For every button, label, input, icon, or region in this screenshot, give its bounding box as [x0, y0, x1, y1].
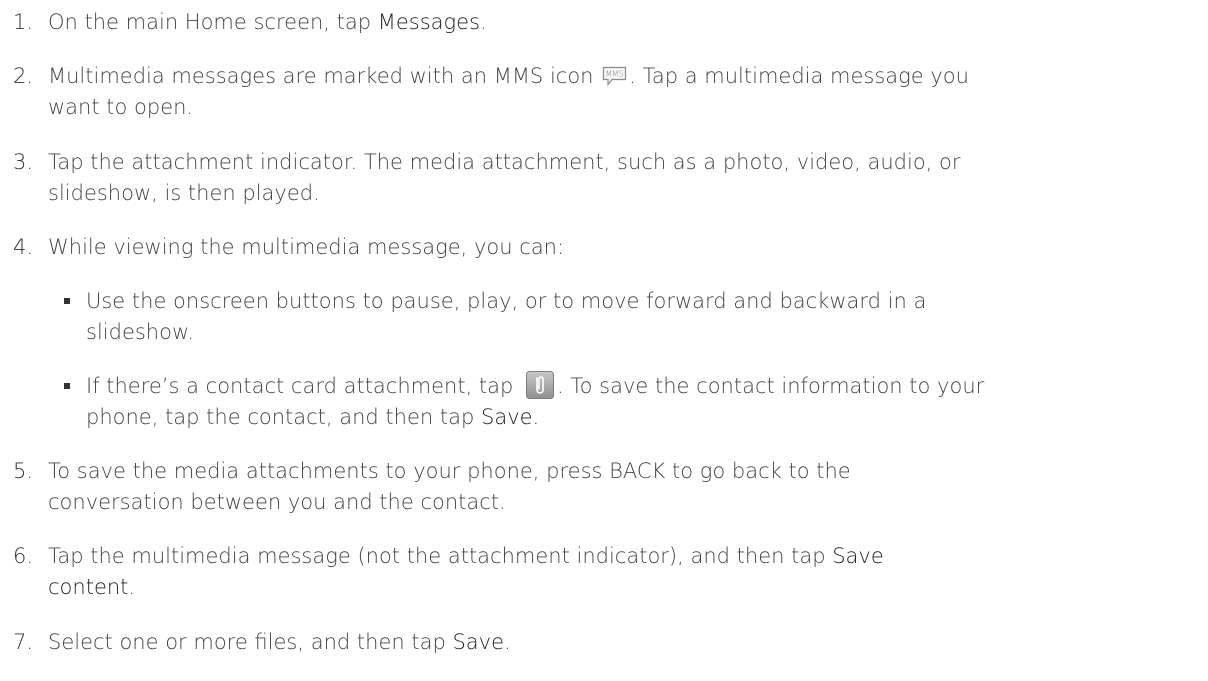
bullet-text: If there’s a contact card attachment, ta… [86, 371, 1196, 433]
step-number: 6. [13, 544, 34, 568]
step-number: 7. [13, 630, 34, 654]
bullet-marker [64, 383, 70, 389]
document-page: 1. On the main Home screen, tap Messages… [0, 0, 1208, 681]
step-number: 5. [13, 459, 34, 483]
step-text: Multimedia messages are marked with an M… [48, 64, 969, 119]
ui-term-content: content [48, 575, 129, 599]
step-text: Select one or more files, and then tap S… [48, 630, 511, 654]
step-number: 1. [13, 10, 34, 34]
step-text: Tap the multimedia message (not the atta… [48, 544, 884, 599]
ui-term-messages: Messages [377, 10, 481, 34]
bullet-marker [64, 298, 70, 304]
step-number: 3. [13, 150, 34, 174]
bullet-text: Use the onscreen buttons to pause, play,… [86, 289, 927, 344]
step-number: 4. [13, 235, 34, 259]
ui-term-save: Save. [481, 405, 540, 429]
step-text: On the main Home screen, tap Messages. [48, 10, 487, 34]
mms-icon: MMS [602, 66, 627, 86]
paperclip-icon [526, 371, 555, 399]
ui-term-save: Save [452, 630, 505, 654]
step-text: Tap the attachment indicator. The media … [48, 150, 961, 205]
ui-term-save: Save [832, 544, 884, 568]
step-text: To save the media attachments to your ph… [48, 459, 851, 514]
step-text: While viewing the multimedia message, yo… [48, 235, 565, 259]
mms-icon-label: MMS [606, 70, 624, 79]
step-number: 2. [13, 64, 34, 88]
